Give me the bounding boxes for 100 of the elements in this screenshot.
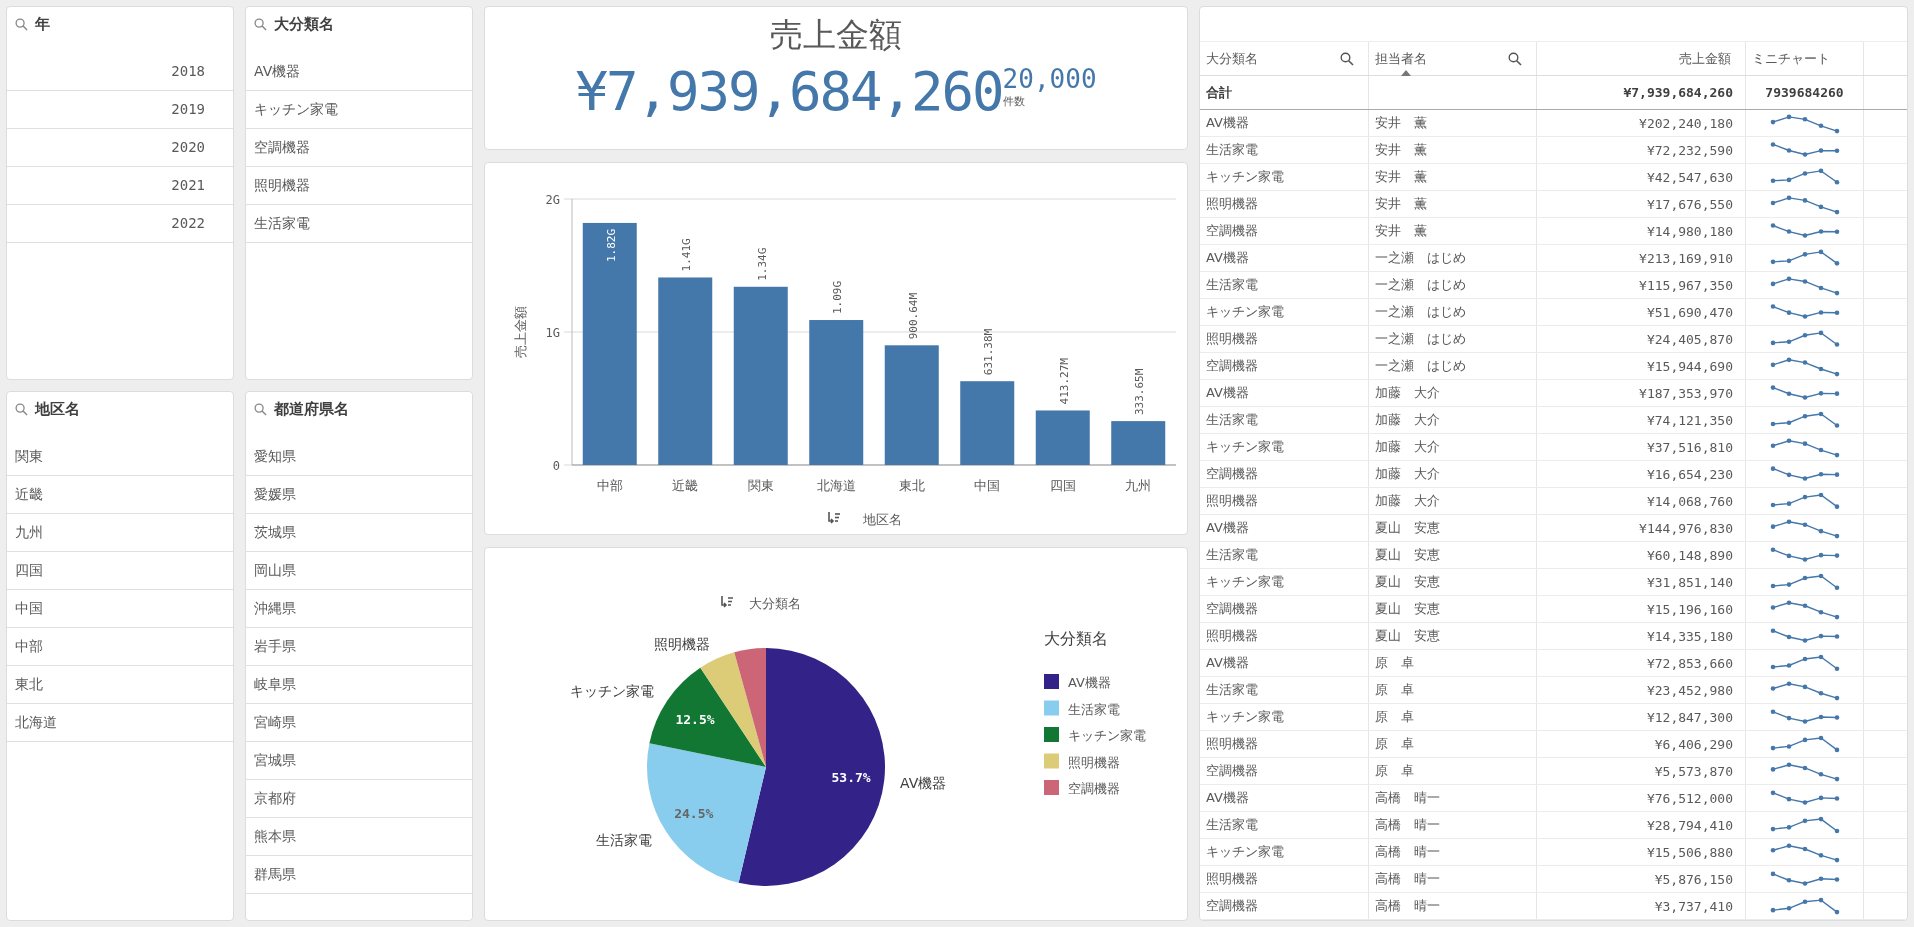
filter-item[interactable]: 岡山県 [246, 552, 472, 590]
bar[interactable] [658, 277, 713, 465]
table-cell: 加藤 大介 [1369, 380, 1537, 406]
table-cell: 夏山 安恵 [1369, 623, 1537, 649]
filter-item[interactable]: 茨城県 [246, 514, 472, 552]
filter-item[interactable]: 愛媛県 [246, 476, 472, 514]
filter-item[interactable]: 2020 [7, 129, 233, 167]
filter-item[interactable]: 愛知県 [246, 438, 472, 476]
column-header[interactable]: ミニチャート [1746, 42, 1864, 75]
table-cell: 高橋 晴一 [1369, 785, 1537, 811]
axis-label: 中部 [596, 478, 623, 493]
filter-item[interactable]: 四国 [7, 552, 233, 590]
table-cell: ¥72,232,590 [1537, 137, 1746, 163]
filter-item[interactable]: キッチン家電 [246, 91, 472, 129]
table-cell: 空調機器 [1200, 758, 1369, 784]
table-cell: 合計 [1200, 76, 1369, 109]
sort-icon[interactable] [721, 595, 734, 608]
filter-item[interactable]: 岩手県 [246, 628, 472, 666]
axis-title: 地区名 [863, 512, 902, 527]
search-icon[interactable] [254, 402, 267, 416]
value-label: 1.34G [755, 247, 769, 281]
filter-item[interactable]: 岐阜県 [246, 666, 472, 704]
filter-item[interactable]: 生活家電 [246, 205, 472, 243]
value-label: 900.64M [906, 292, 920, 340]
table-cell: キッチン家電 [1200, 299, 1369, 325]
filter-item[interactable]: 群馬県 [246, 856, 472, 894]
bar[interactable] [582, 222, 637, 465]
kpi-value: ¥7,939,684,260 [575, 60, 1003, 123]
table-cell: ¥14,068,760 [1537, 488, 1746, 514]
search-icon[interactable] [1340, 51, 1354, 66]
filter-title: 地区名 [35, 399, 80, 419]
filter-item[interactable]: 2018 [7, 53, 233, 91]
column-header[interactable]: 大分類名 [1200, 42, 1369, 75]
value-label: 1.82G [604, 228, 618, 263]
filter-item[interactable]: 東北 [7, 666, 233, 704]
table-cell: 一之瀬 はじめ [1369, 326, 1537, 352]
filter-item[interactable]: 近畿 [7, 476, 233, 514]
filter-item[interactable]: 熊本県 [246, 818, 472, 856]
table-cell: ¥14,335,180 [1537, 623, 1746, 649]
filter-title: 大分類名 [274, 14, 334, 34]
filter-item[interactable]: 空調機器 [246, 129, 472, 167]
slice-label: AV機器 [900, 774, 947, 791]
filter-item[interactable]: 沖縄県 [246, 590, 472, 628]
search-icon[interactable] [15, 17, 28, 31]
table-cell: ¥76,512,000 [1537, 785, 1746, 811]
table-cell: ¥15,944,690 [1537, 353, 1746, 379]
table-cell: 加藤 大介 [1369, 434, 1537, 460]
value-label: 1.09G [831, 280, 845, 315]
bar[interactable] [733, 286, 788, 465]
search-icon[interactable] [1508, 51, 1522, 66]
table-cell: 一之瀬 はじめ [1369, 245, 1537, 271]
filter-item[interactable]: 中国 [7, 590, 233, 628]
table-cell: 生活家電 [1200, 677, 1369, 703]
table-cell: 一之瀬 はじめ [1369, 353, 1537, 379]
column-header[interactable]: 売上金額 [1537, 42, 1746, 75]
filter-item[interactable]: 2019 [7, 91, 233, 129]
table-cell: 加藤 大介 [1369, 461, 1537, 487]
filter-item[interactable]: 京都府 [246, 780, 472, 818]
sort-icon[interactable] [828, 511, 841, 524]
pie-slice[interactable] [738, 648, 885, 886]
search-icon[interactable] [254, 17, 267, 31]
table-cell: 原 卓 [1369, 704, 1537, 730]
axis-label: 0 [552, 459, 560, 473]
table-cell: ¥31,851,140 [1537, 569, 1746, 595]
value-label: 413.27M [1057, 358, 1071, 405]
filter-item[interactable]: 北海道 [7, 704, 233, 742]
table-cell: 原 卓 [1369, 650, 1537, 676]
filter-item[interactable]: 2022 [7, 205, 233, 243]
kpi-title: 売上金額 [770, 14, 902, 56]
axis-title: 売上金額 [513, 306, 528, 358]
sort-label: 大分類名 [749, 596, 801, 611]
axis-label: 東北 [898, 478, 925, 493]
legend-label[interactable]: 空調機器 [1068, 781, 1120, 796]
legend-label[interactable]: 生活家電 [1068, 701, 1120, 717]
legend-label[interactable]: 照明機器 [1068, 754, 1120, 770]
filter-item[interactable]: 九州 [7, 514, 233, 552]
filter-item[interactable]: 中部 [7, 628, 233, 666]
filter-item[interactable]: 関東 [7, 438, 233, 476]
search-icon[interactable] [15, 402, 28, 416]
table-cell: ¥213,169,910 [1537, 245, 1746, 271]
table-cell: 高橋 晴一 [1369, 839, 1537, 865]
filter-item[interactable]: 照明機器 [246, 167, 472, 205]
legend-label[interactable]: キッチン家電 [1068, 728, 1146, 743]
filter-item[interactable]: 2021 [7, 167, 233, 205]
table-cell: ¥51,690,470 [1537, 299, 1746, 325]
legend-label[interactable]: AV機器 [1068, 675, 1111, 690]
axis-label: 北海道 [816, 478, 856, 493]
table-cell: キッチン家電 [1200, 704, 1369, 730]
table-cell: キッチン家電 [1200, 569, 1369, 595]
table-cell: ¥115,967,350 [1537, 272, 1746, 298]
table-cell: 生活家電 [1200, 407, 1369, 433]
column-header[interactable]: 担当者名 [1369, 42, 1537, 75]
filter-item[interactable]: AV機器 [246, 53, 472, 91]
table-cell: 照明機器 [1200, 191, 1369, 217]
table-cell: 空調機器 [1200, 353, 1369, 379]
filter-item[interactable]: 宮城県 [246, 742, 472, 780]
bar[interactable] [1035, 410, 1090, 465]
filter-item[interactable]: 宮崎県 [246, 704, 472, 742]
table-cell: ¥23,452,980 [1537, 677, 1746, 703]
table-cell: 空調機器 [1200, 461, 1369, 487]
